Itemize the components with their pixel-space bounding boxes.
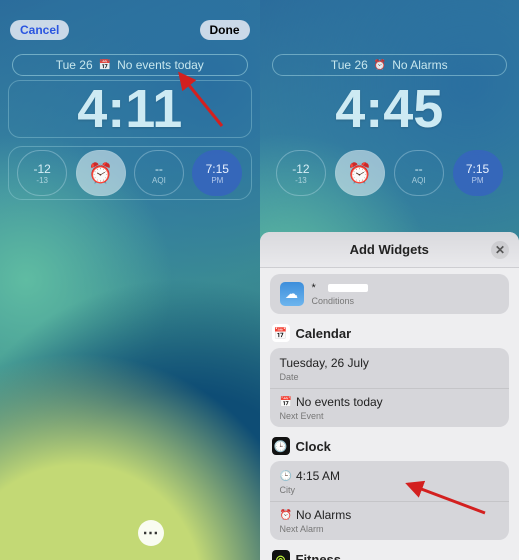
widget-row[interactable]: 📅 No events today: [280, 395, 500, 409]
widget-preview-calendar[interactable]: Tuesday, 26 July Date 📅 No events today Next…: [270, 348, 510, 427]
done-button[interactable]: Done: [200, 20, 250, 40]
alarm-widget[interactable]: ⏰: [335, 150, 385, 196]
world-clock-widget[interactable]: 7:15 PM: [453, 150, 503, 196]
cancel-button[interactable]: Cancel: [10, 20, 69, 40]
weather-temp: *: [312, 282, 316, 294]
weather-widget[interactable]: -12 -13: [17, 150, 67, 196]
weather-hi: -12: [292, 162, 309, 176]
weather-app-row[interactable]: ☁ * Conditions: [270, 274, 510, 314]
date-text: Tue 26: [331, 58, 368, 72]
widget-preview-clock[interactable]: 🕒 4:15 AM City ⏰ No Alarms Next Alarm: [270, 461, 510, 540]
section-header-fitness[interactable]: ◎ Fitness: [272, 550, 508, 560]
calendar-icon: 📅: [99, 60, 111, 71]
app-icon: ◎: [272, 550, 290, 560]
date-widget[interactable]: Tue 26 📅 No events today: [12, 54, 248, 76]
more-button[interactable]: ⋯: [138, 520, 164, 546]
close-icon: ✕: [495, 243, 505, 257]
section-name: Calendar: [296, 326, 352, 341]
calendar-event-text: No events today: [117, 58, 204, 72]
row-icon: 🕒: [280, 471, 292, 482]
row-icon: 📅: [280, 397, 292, 408]
weather-lo: -13: [36, 176, 48, 185]
weather-lo: -13: [295, 176, 307, 185]
sheet-header: Add Widgets ✕: [260, 232, 519, 268]
date-widget[interactable]: Tue 26 ⏰ No Alarms: [272, 54, 508, 76]
clock-widget[interactable]: 4:45: [268, 80, 512, 138]
date-text: Tue 26: [56, 58, 93, 72]
weather-label: Conditions: [312, 296, 368, 306]
alarm-icon: ⏰: [374, 60, 386, 71]
world-clock-widget[interactable]: 7:15 PM: [192, 150, 242, 196]
aqi-label: AQI: [412, 176, 426, 185]
world-time: 7:15: [466, 162, 489, 176]
row-sub: City: [280, 485, 500, 495]
lockscreen-editor-right: Tue 26 ⏰ No Alarms 4:45 -12 -13 ⏰ -- AQI…: [260, 0, 519, 560]
row-main: 4:15 AM: [296, 469, 340, 483]
alarm-icon: ⏰: [347, 161, 372, 186]
row-sub: Date: [280, 372, 500, 382]
app-icon: 🕒: [272, 437, 290, 455]
section-header-calendar[interactable]: 📅 Calendar: [272, 324, 508, 342]
aqi-label: AQI: [152, 176, 166, 185]
weather-hi: -12: [34, 162, 51, 176]
aqi-widget[interactable]: -- AQI: [134, 150, 184, 196]
aqi-value: --: [155, 162, 163, 176]
row-sub: Next Alarm: [280, 524, 500, 534]
clock-time: 4:45: [335, 82, 443, 136]
lockscreen-editor-left: Cancel Done Tue 26 📅 No events today 4:1…: [0, 0, 260, 560]
widget-row[interactable]: -12 -13 ⏰ -- AQI 7:15 PM: [268, 146, 512, 200]
section-header-clock[interactable]: 🕒 Clock: [272, 437, 508, 455]
section-name: Fitness: [296, 552, 342, 560]
alarm-status-text: No Alarms: [392, 58, 447, 72]
weather-bar: [328, 284, 368, 292]
widget-row[interactable]: -12 -13 ⏰ -- AQI 7:15 PM: [8, 146, 252, 200]
widget-row[interactable]: 🕒 4:15 AM: [280, 469, 500, 483]
world-ampm: PM: [211, 176, 223, 185]
sheet-title: Add Widgets: [350, 242, 429, 257]
row-main: No Alarms: [296, 508, 351, 522]
add-widgets-sheet: Add Widgets ✕ ☁ * Conditions 📅 Calendar Tu…: [260, 232, 519, 560]
weather-app-icon: ☁: [280, 282, 304, 306]
row-main: Tuesday, 26 July: [280, 356, 369, 370]
section-name: Clock: [296, 439, 331, 454]
row-icon: ⏰: [280, 510, 292, 521]
widget-row[interactable]: Tuesday, 26 July: [280, 356, 500, 370]
widget-row[interactable]: ⏰ No Alarms: [280, 508, 500, 522]
clock-time: 4:11: [77, 82, 182, 136]
aqi-value: --: [415, 162, 423, 176]
row-main: No events today: [296, 395, 383, 409]
row-sub: Next Event: [280, 411, 500, 421]
world-ampm: PM: [472, 176, 484, 185]
close-button[interactable]: ✕: [491, 241, 509, 259]
aqi-widget[interactable]: -- AQI: [394, 150, 444, 196]
app-icon: 📅: [272, 324, 290, 342]
sheet-body[interactable]: ☁ * Conditions 📅 Calendar Tuesday, 26 July…: [260, 268, 519, 560]
alarm-icon: ⏰: [88, 161, 113, 186]
alarm-widget[interactable]: ⏰: [76, 150, 126, 196]
weather-widget[interactable]: -12 -13: [276, 150, 326, 196]
world-time: 7:15: [206, 162, 229, 176]
clock-widget[interactable]: 4:11: [8, 80, 252, 138]
